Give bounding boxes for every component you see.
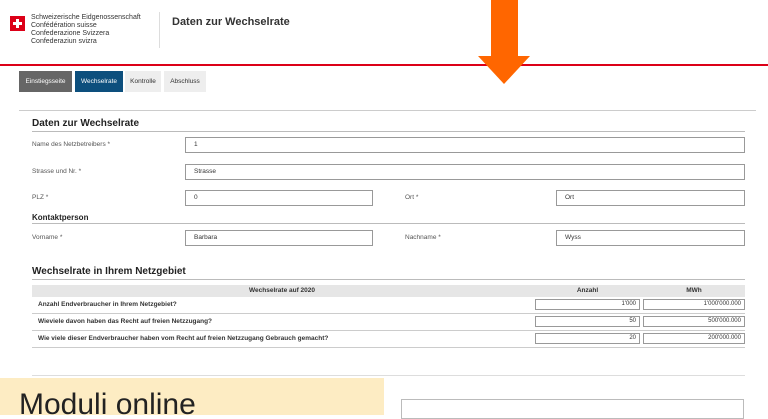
- section-title-daten: Daten zur Wechselrate: [32, 118, 140, 129]
- comment-input[interactable]: [401, 399, 744, 419]
- brand-line: Confédération suisse: [31, 22, 97, 29]
- arrow-down-icon-head: [478, 56, 530, 84]
- divider: [32, 375, 745, 376]
- firstname-label: Vorname *: [32, 234, 63, 241]
- row-question: Wieviele davon haben das Recht auf freie…: [38, 318, 213, 325]
- row-question: Anzahl Endverbraucher in Ihrem Netzgebie…: [38, 301, 177, 308]
- lastname-label: Nachname *: [405, 234, 441, 241]
- note-overlay: Moduli online: [0, 378, 384, 415]
- tab-einstiegsseite[interactable]: Einstiegsseite: [19, 71, 72, 92]
- street-label: Strasse und Nr. *: [32, 168, 82, 175]
- section-title-wechselrate: Wechselrate in Ihrem Netzgebiet: [32, 266, 186, 277]
- table-row: Wieviele davon haben das Recht auf freie…: [32, 314, 745, 331]
- city-label: Ort *: [405, 194, 419, 201]
- zip-input[interactable]: 0: [185, 190, 373, 206]
- brand-line: Confederaziun svizra: [31, 38, 97, 45]
- header-divider: [159, 12, 160, 48]
- table-header: Wechselrate auf 2020 Anzahl MWh: [32, 285, 745, 297]
- page-title: Daten zur Wechselrate: [172, 16, 290, 28]
- arrow-down-icon: [491, 0, 518, 56]
- header-red-line: [0, 64, 768, 66]
- row-question: Wie viele dieser Endverbraucher haben vo…: [38, 335, 329, 342]
- street-input[interactable]: Strasse: [185, 164, 745, 180]
- swiss-flag-icon: [10, 16, 25, 31]
- divider: [32, 223, 745, 224]
- note-text: Moduli online: [19, 388, 196, 415]
- form-panel: [19, 110, 756, 416]
- count-input[interactable]: 1'000: [535, 299, 640, 310]
- column-header-mwh: MWh: [686, 287, 702, 294]
- column-header-count: Anzahl: [576, 287, 599, 294]
- brand-line: Confederazione Svizzera: [31, 30, 110, 37]
- divider: [32, 279, 745, 280]
- site-header: Schweizerische Eidgenossenschaft Confédé…: [0, 0, 768, 64]
- mwh-input[interactable]: 500'000.000: [643, 316, 745, 327]
- mwh-input[interactable]: 1'000'000.000: [643, 299, 745, 310]
- table-row: Anzahl Endverbraucher in Ihrem Netzgebie…: [32, 297, 745, 314]
- mwh-input[interactable]: 200'000.000: [643, 333, 745, 344]
- contact-title: Kontaktperson: [32, 213, 89, 222]
- table-row: Wie viele dieser Endverbraucher haben vo…: [32, 331, 745, 348]
- count-input[interactable]: 20: [535, 333, 640, 344]
- brand-line: Schweizerische Eidgenossenschaft: [31, 14, 141, 21]
- operator-name-label: Name des Netzbetreibers *: [32, 141, 111, 148]
- tab-kontrolle[interactable]: Kontrolle: [125, 71, 161, 92]
- city-input[interactable]: Ort: [556, 190, 745, 206]
- lastname-input[interactable]: Wyss: [556, 230, 745, 246]
- tab-abschluss[interactable]: Abschluss: [164, 71, 206, 92]
- brand-text: Schweizerische Eidgenossenschaft Confédé…: [31, 14, 141, 46]
- count-input[interactable]: 50: [535, 316, 640, 327]
- zip-label: PLZ *: [32, 194, 49, 201]
- column-header-question: Wechselrate auf 2020: [249, 287, 315, 294]
- tab-wechselrate[interactable]: Wechselrate: [75, 71, 123, 92]
- firstname-input[interactable]: Barbara: [185, 230, 373, 246]
- operator-name-input[interactable]: 1: [185, 137, 745, 153]
- divider: [32, 131, 745, 132]
